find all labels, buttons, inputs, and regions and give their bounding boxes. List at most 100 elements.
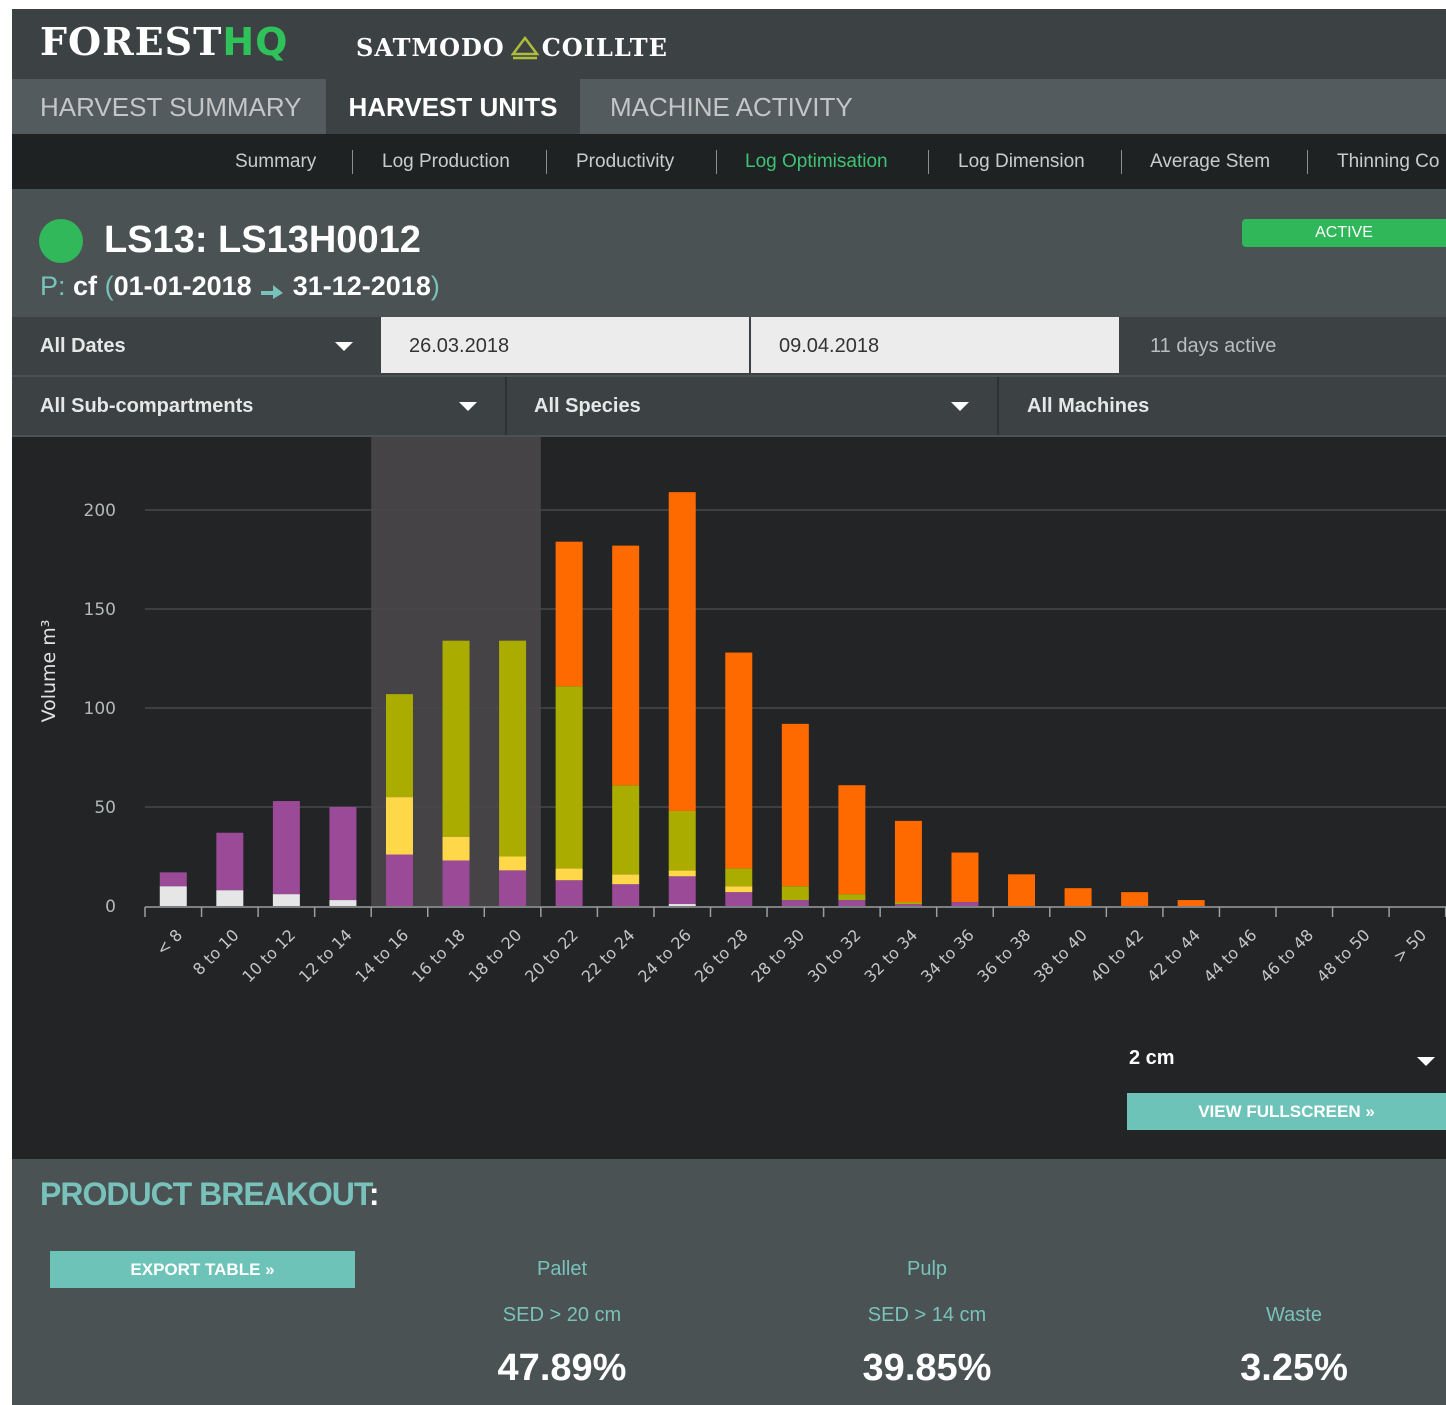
bar-segment: [725, 652, 753, 869]
bar-segment: [555, 868, 583, 881]
subnav-productivity[interactable]: Productivity: [576, 134, 674, 189]
date-to-value: 09.04.2018: [779, 335, 880, 357]
bar-segment: [272, 801, 300, 895]
y-tick-label: 150: [84, 600, 116, 620]
machines-dropdown[interactable]: All Machines: [1027, 377, 1427, 435]
bar-segment: [612, 874, 640, 885]
bin-size-dropdown[interactable]: 2 cm: [1129, 1047, 1175, 1070]
bar-segment: [781, 723, 809, 887]
scope-filter-row: All Sub-compartments All Species All Mac…: [12, 377, 1446, 435]
partner-logos: SATMODO COILLTE: [356, 33, 668, 62]
subnav-log-optimisation[interactable]: Log Optimisation: [745, 134, 888, 189]
bar-segment: [216, 832, 244, 891]
x-tick-label: > 50: [1389, 925, 1430, 966]
bar-segment: [894, 904, 922, 906]
bar-segment: [555, 541, 583, 687]
logo-hq: HQ: [222, 20, 289, 64]
breakout-title-colon: :: [368, 1176, 380, 1212]
x-tick-label: 8 to 10: [189, 925, 243, 979]
bar-segment: [894, 902, 922, 905]
bar-segment: [894, 820, 922, 903]
bar-segment: [159, 872, 187, 887]
bar-segment: [725, 892, 753, 906]
date-from-field[interactable]: 26.03.2018: [381, 317, 749, 373]
view-fullscreen-button[interactable]: VIEW FULLSCREEN »: [1127, 1093, 1446, 1130]
bar-segment: [1121, 892, 1149, 906]
tab-harvest-units[interactable]: HARVEST UNITS: [326, 79, 580, 134]
subnav-divider: [1307, 150, 1308, 174]
arrow-right-icon: [261, 285, 284, 299]
tab-machine-activity[interactable]: MACHINE ACTIVITY: [610, 79, 853, 134]
x-tick-label: 46 to 48: [1256, 925, 1317, 986]
main-tabs: HARVEST SUMMARY HARVEST UNITS MACHINE AC…: [12, 79, 1446, 134]
x-tick-label: 34 to 36: [917, 925, 978, 986]
bar-segment: [1177, 900, 1205, 906]
period-close: ): [430, 271, 440, 301]
bar-segment: [555, 880, 583, 906]
x-tick-label: < 8: [152, 925, 186, 959]
bar-segment: [668, 492, 696, 811]
subnav-log-production[interactable]: Log Production: [382, 134, 510, 189]
breakout-title: PRODUCT BREAKOUT:: [40, 1176, 380, 1213]
export-table-button[interactable]: EXPORT TABLE »: [50, 1251, 355, 1288]
y-tick-label: 0: [105, 897, 116, 917]
subnav-thinning[interactable]: Thinning Co: [1337, 134, 1439, 189]
chevron-down-icon[interactable]: [459, 402, 477, 411]
x-tick-label: 18 to 20: [465, 925, 526, 986]
unit-header: LS13: LS13H0012 P: cf (01-01-2018 31-12-…: [12, 189, 1446, 317]
product-spec-pulp: SED > 14 cm: [867, 1304, 987, 1326]
bar-segment: [442, 640, 470, 837]
bar-segment: [442, 860, 470, 906]
chevron-down-icon[interactable]: [335, 342, 353, 351]
bar-segment: [668, 810, 696, 871]
filter-divider: [505, 377, 507, 435]
dates-dropdown[interactable]: All Dates: [40, 317, 380, 375]
product-breakout: PRODUCT BREAKOUT: EXPORT TABLE » Pallet …: [12, 1159, 1446, 1405]
bar-segment: [385, 694, 413, 798]
product-spec-pallet: SED > 20 cm: [502, 1304, 622, 1326]
y-tick-label: 200: [84, 501, 116, 521]
x-tick-label: 42 to 44: [1143, 925, 1204, 986]
bar-segment: [668, 876, 696, 905]
bar-segment: [668, 904, 696, 906]
bar-segment: [1064, 888, 1092, 906]
species-dropdown[interactable]: All Species: [534, 377, 994, 435]
bar-segment: [329, 900, 357, 906]
forest-hq-logo[interactable]: FORESTHQ: [40, 19, 288, 64]
x-tick-label: 20 to 22: [521, 925, 582, 986]
subnav-log-dimension[interactable]: Log Dimension: [958, 134, 1085, 189]
y-axis-label: Volume m³: [38, 620, 60, 723]
bar-segment: [272, 894, 300, 906]
bar-segment: [951, 852, 979, 903]
status-indicator-icon: [39, 219, 83, 263]
top-bar: FORESTHQ SATMODO COILLTE: [12, 9, 1446, 79]
bar-segment: [499, 870, 527, 906]
sub-navigation: Summary Log Production Productivity Log …: [12, 134, 1446, 189]
subcompartments-dropdown[interactable]: All Sub-compartments: [40, 377, 500, 435]
x-tick-label: 36 to 38: [974, 925, 1035, 986]
bar-segment: [499, 640, 527, 857]
forest-hq-app: FORESTHQ SATMODO COILLTE HARVEST SUMMARY…: [12, 9, 1446, 1405]
subnav-average-stem[interactable]: Average Stem: [1150, 134, 1270, 189]
chevron-down-icon[interactable]: [1417, 1057, 1435, 1066]
x-tick-label: 32 to 34: [860, 925, 921, 986]
bar-segment: [329, 807, 357, 901]
x-tick-label: 44 to 46: [1200, 925, 1261, 986]
bar-segment: [838, 785, 866, 895]
subnav-divider: [716, 150, 717, 174]
species-label: All Species: [534, 395, 641, 417]
tab-harvest-summary[interactable]: HARVEST SUMMARY: [40, 79, 302, 134]
chevron-down-icon[interactable]: [951, 402, 969, 411]
bar-segment: [781, 886, 809, 901]
period-open: (: [104, 271, 114, 301]
bar-segment: [951, 902, 979, 906]
unit-title: LS13: LS13H0012: [104, 219, 421, 261]
machines-label: All Machines: [1027, 395, 1150, 417]
date-to-field[interactable]: 09.04.2018: [751, 317, 1119, 373]
coillte-label: COILLTE: [541, 33, 668, 62]
satmodo-label: SATMODO: [356, 33, 505, 62]
subnav-summary[interactable]: Summary: [235, 134, 316, 189]
bar-segment: [612, 884, 640, 906]
bar-segment: [838, 894, 866, 901]
product-pct-waste: 3.25%: [1240, 1347, 1348, 1389]
